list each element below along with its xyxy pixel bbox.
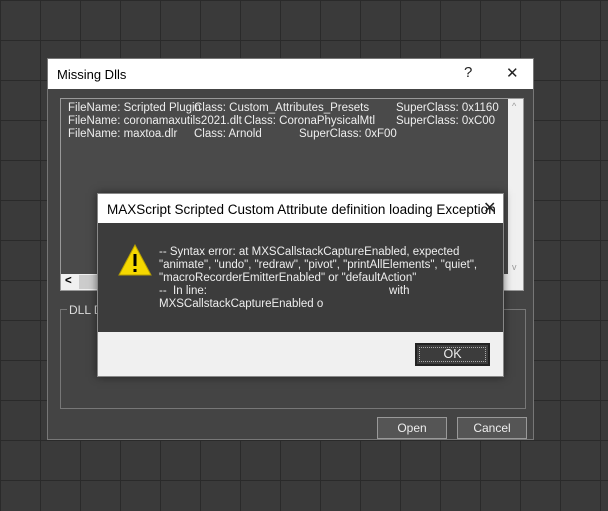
message-line: "animate", "undo", "redraw", "pivot", "p… (159, 259, 478, 271)
scroll-thumb[interactable] (79, 275, 99, 289)
error-message: -- Syntax error: at MXSCallstackCaptureE… (159, 246, 489, 311)
title-bar: Missing Dlls ? ✕ (48, 59, 533, 89)
file-name: FileName: Scripted Plugin (68, 102, 201, 114)
scroll-up-icon[interactable]: ^ (512, 101, 516, 111)
super-class: SuperClass: 0x1160 (396, 102, 499, 114)
close-button[interactable]: ✕ (506, 64, 519, 82)
title-bar: MAXScript Scripted Custom Attribute defi… (98, 194, 503, 223)
scroll-left-icon[interactable]: < (65, 275, 72, 287)
open-button[interactable]: Open (377, 417, 447, 439)
class-name: Class: CoronaPhysicalMtl (244, 115, 376, 127)
dialog-footer: OK (98, 332, 503, 376)
cancel-button[interactable]: Cancel (457, 417, 527, 439)
vertical-scrollbar[interactable]: ^ v (508, 99, 523, 274)
close-button[interactable]: ✕ (483, 198, 496, 218)
file-name: FileName: coronamaxutils2021.dlt (68, 115, 242, 127)
super-class: SuperClass: 0xF00 (299, 128, 397, 140)
class-name: Class: Arnold (194, 128, 262, 140)
help-button[interactable]: ? (464, 64, 472, 81)
message-line: MXSCallstackCaptureEnabled o (159, 298, 324, 310)
error-dialog: MAXScript Scripted Custom Attribute defi… (97, 193, 504, 377)
message-line: "macroRecorderEmitterEnabled" or "defaul… (159, 272, 417, 284)
super-class: SuperClass: 0xC00 (396, 115, 496, 127)
warning-icon (118, 244, 152, 276)
dialog-title: MAXScript Scripted Custom Attribute defi… (107, 202, 496, 217)
scroll-down-icon[interactable]: v (512, 262, 517, 272)
file-name: FileName: maxtoa.dlr (68, 128, 178, 140)
dialog-title: Missing Dlls (57, 67, 127, 82)
class-name: Class: Custom_Attributes_Presets (194, 102, 370, 114)
message-line: -- In line: with (159, 285, 410, 297)
ok-button[interactable]: OK (415, 343, 490, 366)
message-line: -- Syntax error: at MXSCallstackCaptureE… (159, 246, 460, 258)
